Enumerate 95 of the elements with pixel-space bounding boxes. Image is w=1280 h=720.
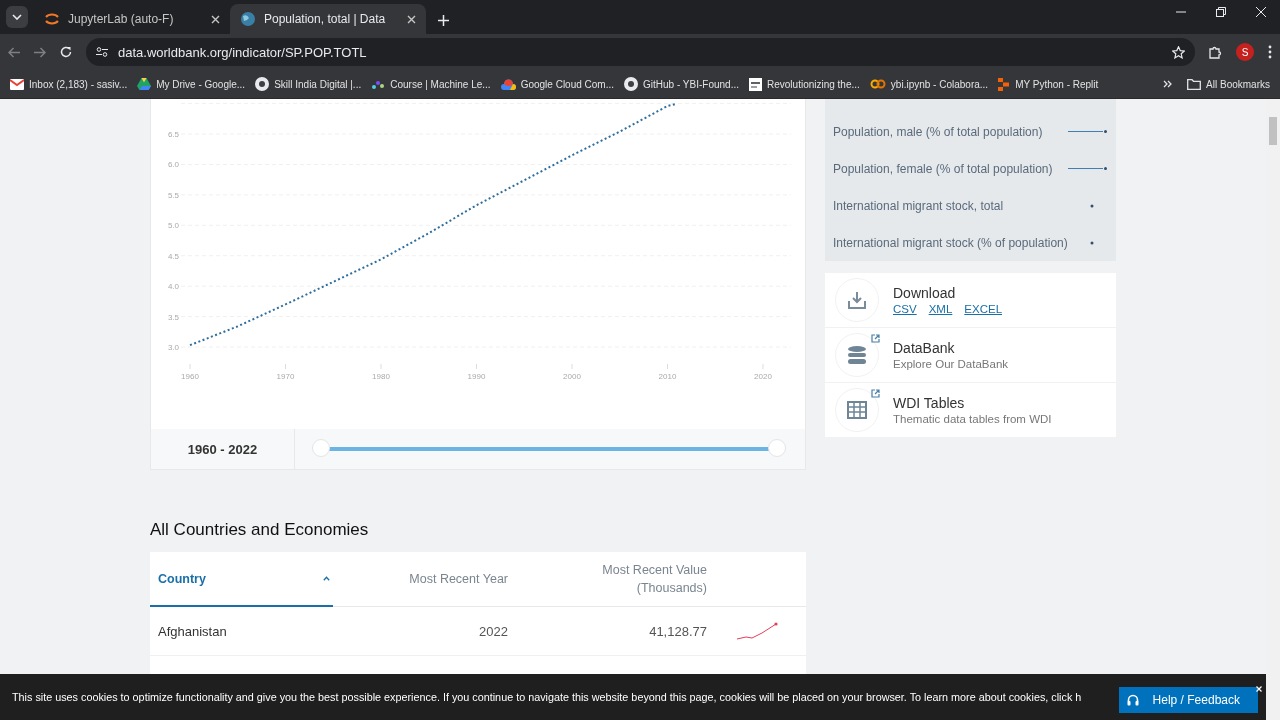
download-link[interactable]: EXCEL [964,303,1003,315]
site-settings-icon[interactable] [96,47,108,57]
external-link-icon [871,389,880,398]
country-cell: Afghanistan [150,607,333,656]
browser-tab[interactable]: Population, total | Data [230,4,426,34]
chevron-double-right-icon[interactable] [1163,80,1174,88]
x-tick-label: 1990 [467,372,486,381]
download-link[interactable]: XML [928,303,953,315]
external-link-icon [871,334,880,343]
y-tick-label: 4.0 [167,282,179,292]
globe-icon [240,11,256,27]
bookmark-link[interactable]: ybi.ipynb - Colabora... [890,78,989,90]
resource-subtitle: Explore Our DataBank [893,358,1009,370]
bookmark-link[interactable]: Inbox (2,183) - sasiv... [29,78,128,90]
download-icon [847,290,867,310]
sparkline-dot [1090,240,1094,245]
arcs-icon [44,11,60,27]
reload-icon[interactable] [60,46,72,58]
square-icon [749,77,762,91]
sparkline [1068,166,1108,171]
bookmark-link[interactable]: MY Python - Replit [1015,78,1099,90]
new-tab-icon[interactable] [438,15,449,26]
cookie-notice: This site uses cookies to optimize functionality and give you the best possible experience. If you continue to navigate this website beyond this page, cookies will be placed on your browser. To learn more about cookies, click h [12,691,1082,703]
bookmark-link[interactable]: GitHub - YBI-Found... [643,78,739,90]
indicator-link[interactable]: Population, male (% of total population) [833,124,1043,139]
x-tick-mark [667,363,668,370]
y-tick-label: 5.5 [167,190,179,200]
resource-subtitle: Thematic data tables from WDI [893,413,1052,425]
profile-avatar[interactable]: S [1236,43,1254,61]
range-slider[interactable] [311,439,787,459]
x-tick-label: 1960 [181,372,199,381]
year-range: 1960 - 2022 [187,441,258,457]
folder-icon [1187,78,1202,90]
headset-icon [1126,694,1139,706]
bookmark-link[interactable]: My Drive - Google... [156,78,246,90]
chevron-down-icon [12,14,22,20]
resource-title[interactable]: Download [893,285,1003,301]
y-tick-label: 3.0 [167,343,179,352]
triangle-icon [137,78,152,90]
circle-icon [255,77,270,91]
close-icon[interactable] [211,14,220,24]
slider-handle[interactable] [768,439,786,457]
column-header[interactable]: Most Recent Year [333,552,508,607]
browser-tab[interactable]: JupyterLab (auto-F) [34,4,230,34]
x-tick-mark [476,363,477,370]
database-icon [847,345,867,365]
resource-title[interactable]: DataBank [893,340,1009,356]
bookmark-link[interactable]: Course | Machine Le... [390,78,491,90]
envelope-icon [10,78,24,90]
circle-icon [624,77,639,91]
puzzle-icon[interactable] [1209,45,1222,59]
x-tick-label: 2000 [563,372,581,381]
sparkline [1068,129,1108,134]
y-tick-label: 4.5 [167,251,179,261]
column-header[interactable]: Most Recent Value (Thousands) [508,552,707,607]
rings-icon [869,79,886,89]
bookmark-link[interactable]: Google Cloud Com... [520,78,615,90]
restore-icon[interactable] [1216,7,1226,17]
x-tick-mark [285,363,286,370]
tab-list-button[interactable] [6,6,28,28]
y-tick-label: 6.5 [167,130,179,139]
value-cell: 41,128.77 [508,607,707,656]
y-tick-label: 5.0 [167,221,179,231]
indicator-link[interactable]: International migrant stock (% of population) [833,235,1068,250]
sparkline [735,621,778,641]
indicator-link[interactable]: Population, female (% of total population) [833,161,1053,176]
address-bar[interactable]: data.worldbank.org/indicator/SP.POP.TOTL [86,38,1195,66]
year-cell: 2022 [333,607,508,656]
bookmark-link[interactable]: Skill India Digital |... [274,78,362,90]
blocks-icon [998,77,1011,91]
x-tick-label: 2010 [658,372,677,381]
x-tick-label: 1970 [276,372,295,381]
indicator-link[interactable]: International migrant stock, total [833,198,1004,213]
x-tick-label: 1980 [372,372,390,381]
dots-icon [371,78,386,90]
star-icon[interactable] [1172,45,1185,59]
x-tick-label: 2020 [754,372,772,381]
column-header[interactable]: Country [150,552,333,607]
y-tick-label: 6.0 [167,160,179,170]
bookmark-link[interactable]: All Bookmarks [1206,78,1270,90]
slider-handle[interactable] [312,439,330,457]
menu-icon[interactable] [1268,45,1272,59]
section-title: All Countries and Economies [150,520,370,540]
cloud-icon [500,78,516,90]
sparkline-dot [1090,203,1094,208]
help-feedback-button[interactable]: Help / Feedback [1118,687,1258,713]
close-icon[interactable] [407,14,416,24]
table-icon [847,401,867,419]
y-tick-label: 3.5 [167,312,179,322]
back-icon[interactable] [8,46,20,58]
sort-ascending-icon [323,576,330,581]
resource-title[interactable]: WDI Tables [893,395,1052,411]
forward-icon[interactable] [34,46,46,58]
download-link[interactable]: CSV [893,303,917,315]
bookmark-link[interactable]: Revolutionizing the... [767,78,860,90]
